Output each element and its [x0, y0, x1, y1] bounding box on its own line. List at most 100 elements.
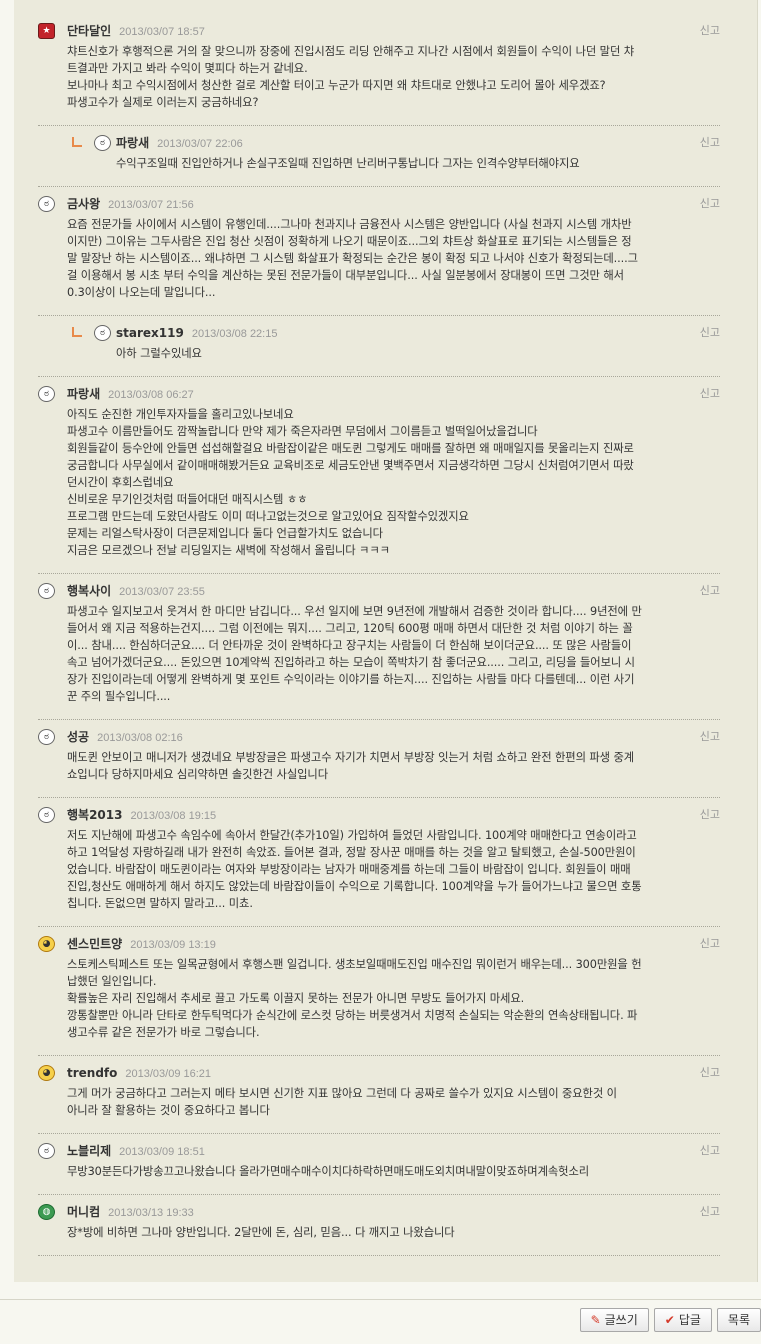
- board-buttons: ✎ 글쓰기 ✔ 답글 목록: [579, 1308, 761, 1332]
- comment-text: 그게 머가 궁금하다고 그러는지 메타 보시면 신기한 지표 많아요 그런데 다…: [67, 1087, 617, 1117]
- author-name: 파랑새: [116, 136, 150, 150]
- comment-author[interactable]: 파랑새 2013/03/08 06:27: [67, 385, 194, 404]
- comment-date: 2013/03/07 21:56: [108, 199, 194, 211]
- avatar-icon: ಠ: [38, 196, 55, 212]
- comment-date: 2013/03/08 02:16: [97, 732, 183, 744]
- comment-header: ◍ 머니컴 2013/03/13 19:33 신고: [38, 1203, 720, 1221]
- comment-text: 아직도 순진한 개인투자자들을 홀리고있나보네요 파생고수 이름만들어도 깜짝놀…: [67, 408, 634, 557]
- reply-arrow-icon: [72, 137, 82, 147]
- comment: ◕ 센스민트양 2013/03/09 13:19 신고스토케스틱페스트 또는 일목균형…: [38, 927, 720, 1056]
- comment-text: 아하 그럴수있네요: [116, 347, 202, 360]
- comment: ಠ 성공 2013/03/08 02:16 신고 매도퀸 안보이고 매니저가 생겼네요 …: [38, 720, 720, 798]
- avatar-icon: ಠ: [38, 386, 55, 402]
- comment-date: 2013/03/13 19:33: [108, 1207, 194, 1219]
- author-name: 센스민트양: [67, 937, 123, 951]
- comment: ಠ 금사왕 2013/03/07 21:56 신고요즘 전문가들 사이에서 시스템이 …: [38, 187, 720, 316]
- report-link[interactable]: 신고: [700, 1142, 720, 1160]
- comment-header: ◕ trendfo 2013/03/09 16:21 신고: [38, 1064, 720, 1082]
- reply-button[interactable]: ✔ 답글: [653, 1308, 712, 1332]
- check-icon: ✔: [664, 1313, 675, 1327]
- author-name: 금사왕: [67, 197, 101, 211]
- comment-header: ಠ 금사왕 2013/03/07 21:56 신고: [38, 195, 720, 213]
- footer-divider: [0, 1299, 761, 1300]
- comment-date: 2013/03/09 16:21: [125, 1068, 212, 1080]
- report-link[interactable]: 신고: [700, 806, 720, 824]
- comment-date: 2013/03/09 13:19: [130, 939, 216, 951]
- comment-header: ಠ starex119 2013/03/08 22:15 신고: [72, 324, 720, 342]
- comment-author[interactable]: starex119 2013/03/08 22:15: [116, 324, 277, 343]
- comment-text: 매도퀸 안보이고 매니저가 생겼네요 부방장글은 파생고수 자기가 치면서 부방…: [67, 751, 635, 781]
- comment-date: 2013/03/08 19:15: [130, 810, 217, 822]
- comment: ◍ 머니컴 2013/03/13 19:33 신고 장*방에 비하면 그나마 양반입니다…: [38, 1195, 720, 1256]
- comment-author[interactable]: 단타달인 2013/03/07 18:57: [67, 22, 205, 41]
- comment-author[interactable]: 머니컴 2013/03/13 19:33: [67, 1203, 194, 1222]
- report-link[interactable]: 신고: [700, 1203, 720, 1221]
- comment-author[interactable]: 파랑새 2013/03/07 22:06: [116, 134, 243, 153]
- comment-list: ★ 단타달인 2013/03/07 18:57 신고 챠트신호가 후행적으론 거의 잘 …: [14, 0, 720, 1256]
- report-link[interactable]: 신고: [700, 385, 720, 403]
- avatar-icon: ★: [38, 23, 55, 39]
- comment-author[interactable]: trendfo 2013/03/09 16:21: [67, 1064, 211, 1083]
- report-link[interactable]: 신고: [700, 195, 720, 213]
- comment: ಠ 파랑새 2013/03/08 06:27 신고아직도 순진한 개인투자자들을 홀리…: [38, 377, 720, 574]
- avatar-icon: ಠ: [38, 807, 55, 823]
- comment: ಠ 노블리제 2013/03/09 18:51 신고무방30분든다가방송끄고나왔습니다…: [38, 1134, 720, 1195]
- comment-date: 2013/03/08 06:27: [108, 389, 194, 401]
- reply-comment: ಠ 파랑새 2013/03/07 22:06 신고 수익구조일때 진입안하거나 손실구조…: [38, 126, 720, 187]
- report-link[interactable]: 신고: [700, 1064, 720, 1082]
- pencil-icon: ✎: [590, 1313, 601, 1327]
- comment-author[interactable]: 금사왕 2013/03/07 21:56: [67, 195, 194, 214]
- author-name: 단타달인: [67, 24, 112, 38]
- comment-text: 요즘 전문가들 사이에서 시스템이 유행인데....그나마 천과지나 금융전사 …: [67, 218, 638, 299]
- comment: ◕ trendfo 2013/03/09 16:21 신고 그게 머가 궁금하다고 그러…: [38, 1056, 720, 1134]
- report-link[interactable]: 신고: [700, 582, 720, 600]
- author-name: 행복2013: [67, 808, 123, 822]
- list-button[interactable]: 목록: [716, 1308, 761, 1332]
- comment-date: 2013/03/07 18:57: [119, 26, 205, 38]
- comment-header: ಠ 성공 2013/03/08 02:16 신고: [38, 728, 720, 746]
- comment-text: 수익구조일때 진입안하거나 손실구조일때 진입하면 난리버구통납니다 그자는 인…: [116, 157, 580, 170]
- write-button[interactable]: ✎ 글쓰기: [579, 1308, 649, 1332]
- comment-author[interactable]: 센스민트양 2013/03/09 13:19: [67, 935, 216, 954]
- author-name: 머니컴: [67, 1205, 101, 1219]
- comment-author[interactable]: 성공 2013/03/08 02:16: [67, 728, 183, 747]
- comment-header: ★ 단타달인 2013/03/07 18:57 신고: [38, 22, 720, 40]
- report-link[interactable]: 신고: [700, 324, 720, 342]
- avatar-icon: ಠ: [38, 1143, 55, 1159]
- comment-text: 무방30분든다가방송끄고나왔습니다 올라가면매수매수이치다하락하면매도매도외치며…: [67, 1165, 590, 1178]
- comment: ಠ 행복2013 2013/03/08 19:15 신고저도 지난해에 파생고수 속임…: [38, 798, 720, 927]
- author-name: 파랑새: [67, 387, 101, 401]
- avatar-icon: ಠ: [38, 583, 55, 599]
- comment-text: 파생고수 일지보고서 웃겨서 한 마디만 남깁니다... 우선 일지에 보면 9…: [67, 605, 642, 703]
- reply-comment: ಠ starex119 2013/03/08 22:15 신고아하 그럴수있네요: [38, 316, 720, 377]
- comment-text: 저도 지난해에 파생고수 속임수에 속아서 한달간(추가10일) 가입하여 들었…: [67, 829, 642, 910]
- comment-header: ಠ 행복2013 2013/03/08 19:15 신고: [38, 806, 720, 824]
- comment-author[interactable]: 행복사이 2013/03/07 23:55: [67, 582, 205, 601]
- comment-author[interactable]: 행복2013 2013/03/08 19:15: [67, 806, 216, 825]
- author-name: 행복사이: [67, 584, 112, 598]
- report-link[interactable]: 신고: [700, 935, 720, 953]
- comment-header: ಠ 행복사이 2013/03/07 23:55 신고: [38, 582, 720, 600]
- comment-text: 챠트신호가 후행적으론 거의 잘 맞으니까 장중에 진입시점도 리딩 안해주고 …: [67, 45, 635, 109]
- avatar-icon: ಠ: [94, 325, 111, 341]
- comment-header: ◕ 센스민트양 2013/03/09 13:19 신고: [38, 935, 720, 953]
- avatar-icon: ◕: [38, 936, 55, 952]
- reply-arrow-icon: [72, 327, 82, 337]
- author-name: 노블리제: [67, 1144, 112, 1158]
- comment-text: 스토케스틱페스트 또는 일목균형에서 후행스팬 일겁니다. 생초보일때매도진입 …: [67, 958, 642, 1039]
- comment-date: 2013/03/07 23:55: [119, 586, 205, 598]
- report-link[interactable]: 신고: [700, 22, 720, 40]
- comment-date: 2013/03/08 22:15: [191, 328, 278, 340]
- reply-button-label: 답글: [678, 1313, 701, 1327]
- author-name: trendfo: [67, 1066, 118, 1080]
- comment-header: ಠ 파랑새 2013/03/08 06:27 신고: [38, 385, 720, 403]
- comment-header: ಠ 파랑새 2013/03/07 22:06 신고: [72, 134, 720, 152]
- comment-date: 2013/03/07 22:06: [157, 138, 243, 150]
- author-name: 성공: [67, 730, 90, 744]
- comment-author[interactable]: 노블리제 2013/03/09 18:51: [67, 1142, 205, 1161]
- report-link[interactable]: 신고: [700, 728, 720, 746]
- author-name: starex119: [116, 326, 184, 340]
- report-link[interactable]: 신고: [700, 134, 720, 152]
- comment-text: 장*방에 비하면 그나마 양반입니다. 2달만에 돈, 심리, 믿음... 다 …: [67, 1226, 455, 1239]
- comment: ಠ 행복사이 2013/03/07 23:55 신고파생고수 일지보고서 웃겨서 한 …: [38, 574, 720, 720]
